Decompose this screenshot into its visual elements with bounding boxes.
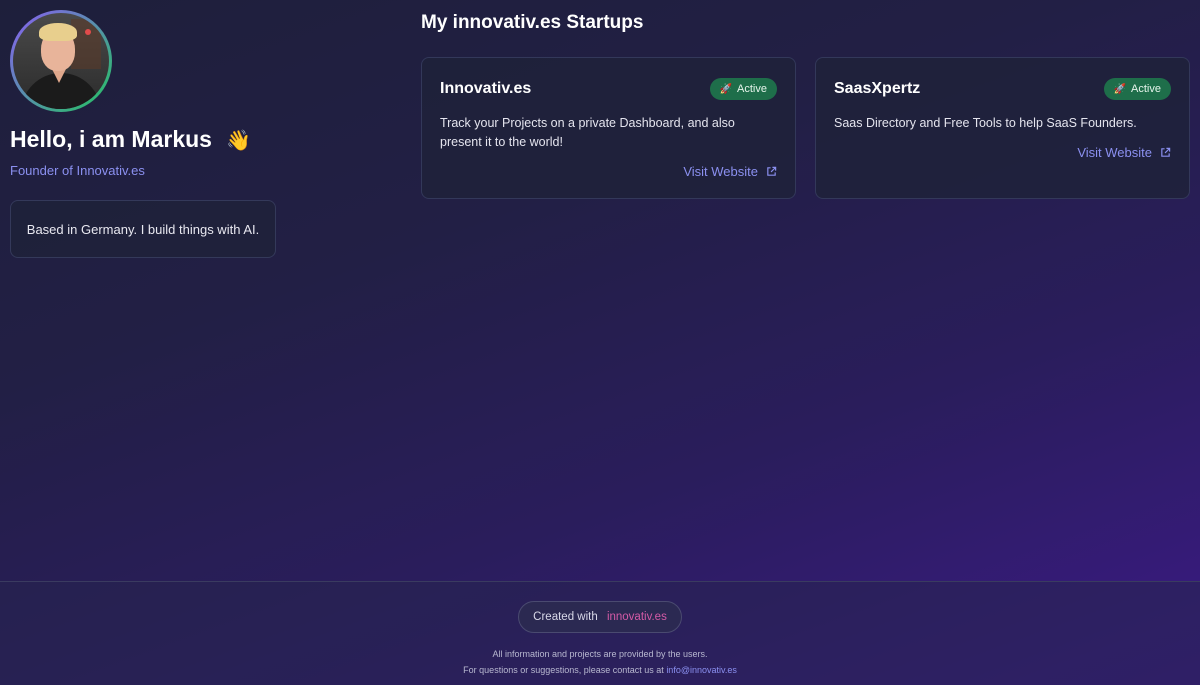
bio-card: Based in Germany. I build things with AI… bbox=[10, 200, 276, 258]
visit-website-label: Visit Website bbox=[683, 164, 758, 179]
status-badge: 🚀 Active bbox=[1103, 78, 1171, 100]
startup-description: Track your Projects on a private Dashboa… bbox=[440, 116, 735, 149]
created-with-label: Created with bbox=[533, 611, 598, 623]
footer: Created with innovativ.es All informatio… bbox=[0, 581, 1200, 685]
brand-link[interactable]: innovativ.es bbox=[607, 611, 667, 623]
visit-website-label: Visit Website bbox=[1077, 145, 1152, 160]
footer-contact-text: For questions or suggestions, please con… bbox=[463, 665, 664, 675]
visit-website-link[interactable]: Visit Website bbox=[440, 164, 777, 179]
greeting-text: Hello, i am Markus bbox=[10, 126, 212, 152]
created-with-pill[interactable]: Created with innovativ.es bbox=[518, 601, 682, 633]
bio-text: Based in Germany. I build things with AI… bbox=[26, 221, 260, 237]
rocket-icon: 🚀 bbox=[1113, 83, 1127, 95]
status-label: Active bbox=[737, 83, 767, 95]
startup-cards: Innovativ.es 🚀 Active Track your Project… bbox=[421, 57, 1191, 199]
wave-icon: 👋 bbox=[226, 130, 252, 152]
profile-greeting: Hello, i am Markus 👋 bbox=[10, 126, 280, 153]
status-label: Active bbox=[1131, 83, 1161, 95]
profile-panel: Hello, i am Markus 👋 Founder of Innovati… bbox=[10, 10, 280, 258]
startup-card-saasxpertz[interactable]: SaasXpertz 🚀 Active Saas Directory and F… bbox=[815, 57, 1190, 199]
rocket-icon: 🚀 bbox=[719, 83, 733, 95]
startup-name: SaasXpertz bbox=[834, 80, 921, 97]
profile-subtitle: Founder of Innovativ.es bbox=[10, 163, 145, 178]
status-badge: 🚀 Active bbox=[709, 78, 777, 100]
startup-name: Innovativ.es bbox=[440, 80, 532, 97]
startups-section: My innovativ.es Startups Innovativ.es 🚀 … bbox=[421, 12, 1191, 199]
visit-website-link[interactable]: Visit Website bbox=[834, 145, 1171, 160]
avatar-photo bbox=[13, 13, 109, 109]
external-link-icon bbox=[767, 166, 777, 176]
startup-description: Saas Directory and Free Tools to help Sa… bbox=[834, 116, 1137, 130]
avatar bbox=[10, 10, 112, 112]
section-title: My innovativ.es Startups bbox=[421, 12, 644, 33]
external-link-icon bbox=[1161, 147, 1171, 157]
startup-card-innovativ[interactable]: Innovativ.es 🚀 Active Track your Project… bbox=[421, 57, 796, 199]
footer-contact: For questions or suggestions, please con… bbox=[0, 662, 1200, 678]
footer-disclaimer: All information and projects are provide… bbox=[492, 649, 708, 659]
contact-email-link[interactable]: info@innovativ.es bbox=[666, 665, 737, 675]
